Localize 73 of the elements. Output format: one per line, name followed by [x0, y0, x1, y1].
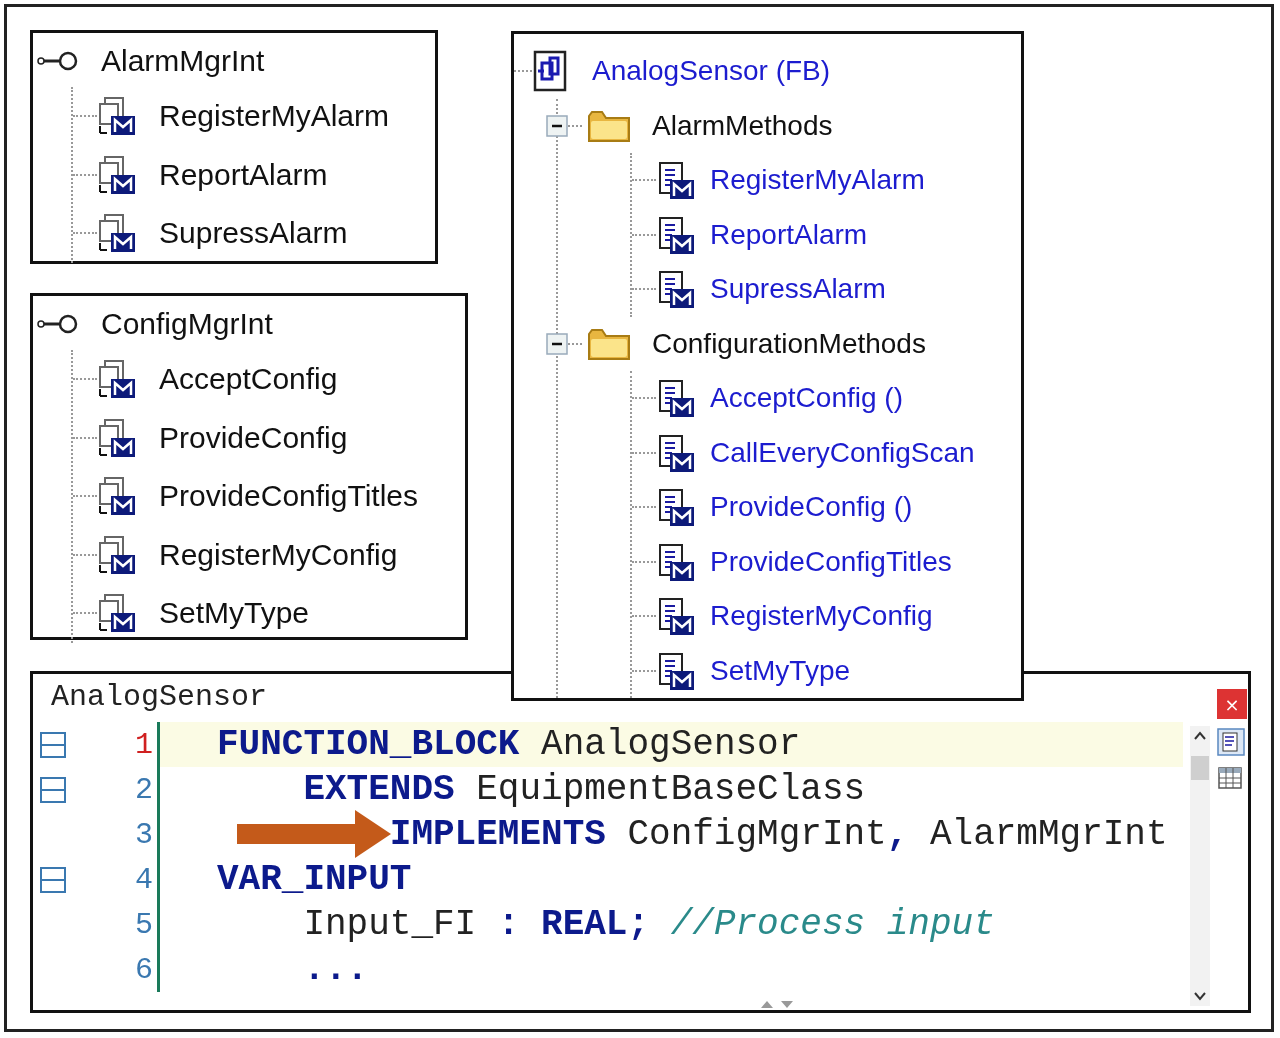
- tree-item-label[interactable]: AnalogSensor (FB): [592, 55, 831, 88]
- code-token: Input_FI: [303, 904, 477, 945]
- line-number: 4: [134, 862, 154, 897]
- method-name: ReportAlarm: [159, 157, 328, 192]
- method-icon: [656, 541, 696, 582]
- code-token: ConfigMgrInt: [627, 814, 887, 855]
- method-icon: [97, 359, 137, 400]
- method-icon: [97, 213, 137, 254]
- method-icon: [656, 378, 696, 419]
- method-name: ProvideConfigTitles: [159, 479, 418, 514]
- method-name: RegisterMyAlarm: [159, 99, 390, 134]
- method-icon: [656, 596, 696, 637]
- interface-icon: [35, 313, 79, 335]
- tree-item-label[interactable]: ProvideConfig (): [710, 491, 913, 524]
- line-number: 6: [134, 952, 154, 987]
- method-name: SetMyType: [159, 596, 310, 631]
- text-view-icon[interactable]: [1217, 728, 1245, 756]
- collapse-toggle[interactable]: [546, 114, 568, 137]
- scrollbar[interactable]: [1190, 726, 1210, 1006]
- tree-item-label[interactable]: ReportAlarm: [710, 218, 868, 251]
- interface-icon: [35, 50, 79, 72]
- line-number: 5: [134, 907, 154, 942]
- code-token: //Process input: [670, 904, 995, 945]
- tree-item-label[interactable]: RegisterMyAlarm: [710, 164, 925, 197]
- method-icon: [656, 432, 696, 473]
- code-token: AnalogSensor: [541, 724, 801, 765]
- code-token: :: [497, 904, 520, 945]
- tree-item-label[interactable]: ConfigurationMethods: [652, 327, 926, 360]
- method-name: ProvideConfig: [159, 420, 348, 455]
- code-token: VAR_INPUT: [217, 859, 412, 900]
- code-token: IMPLEMENTS: [389, 814, 606, 855]
- collapse-toggle[interactable]: [546, 332, 568, 355]
- table-view-icon[interactable]: [1217, 766, 1243, 790]
- code-token: EquipmentBaseClass: [476, 769, 866, 810]
- method-name: RegisterMyConfig: [159, 537, 398, 572]
- method-icon: [97, 417, 137, 458]
- code-token: AlarmMgrInt: [929, 814, 1168, 855]
- method-icon: [656, 650, 696, 691]
- code-token: FUNCTION_BLOCK: [217, 724, 520, 765]
- scrollbar-thumb[interactable]: [1191, 756, 1209, 780]
- tree-item-label[interactable]: AcceptConfig (): [710, 382, 903, 415]
- code-token: EXTENDS: [303, 769, 455, 810]
- line-number: 2: [134, 772, 154, 807]
- code-token: ,: [886, 814, 909, 855]
- method-name: AcceptConfig: [159, 362, 338, 397]
- tree-item-label[interactable]: SetMyType: [710, 654, 851, 687]
- fold-icon[interactable]: [40, 866, 66, 893]
- interface-name: ConfigMgrInt: [101, 307, 273, 341]
- fold-icon[interactable]: [40, 776, 66, 803]
- method-icon: [97, 476, 137, 517]
- method-icon: [97, 96, 137, 137]
- tree-item-label[interactable]: CallEveryConfigScan: [710, 436, 975, 469]
- method-icon: [97, 593, 137, 634]
- method-icon: [656, 160, 696, 201]
- tree-item-label[interactable]: ProvideConfigTitles: [710, 545, 952, 578]
- method-name: SupressAlarm: [159, 216, 348, 251]
- method-icon: [97, 534, 137, 575]
- editor-title: AnalogSensor: [51, 680, 268, 714]
- tree-item-label[interactable]: SupressAlarm: [710, 273, 886, 306]
- method-icon: [656, 214, 696, 255]
- fold-icon[interactable]: [40, 731, 66, 758]
- tree-item-label[interactable]: AlarmMethods: [652, 109, 833, 142]
- method-icon: [656, 269, 696, 310]
- line-number: 3: [134, 817, 154, 852]
- method-icon: [656, 487, 696, 528]
- code-token: ...: [303, 949, 369, 990]
- line-number: 1: [134, 727, 154, 762]
- arrow-icon: [237, 810, 391, 858]
- tree-item-label[interactable]: RegisterMyConfig: [710, 600, 933, 633]
- code-token: REAL;: [541, 904, 650, 945]
- close-button[interactable]: ×: [1217, 689, 1247, 719]
- interface-name: AlarmMgrInt: [101, 44, 265, 78]
- method-icon: [97, 154, 137, 195]
